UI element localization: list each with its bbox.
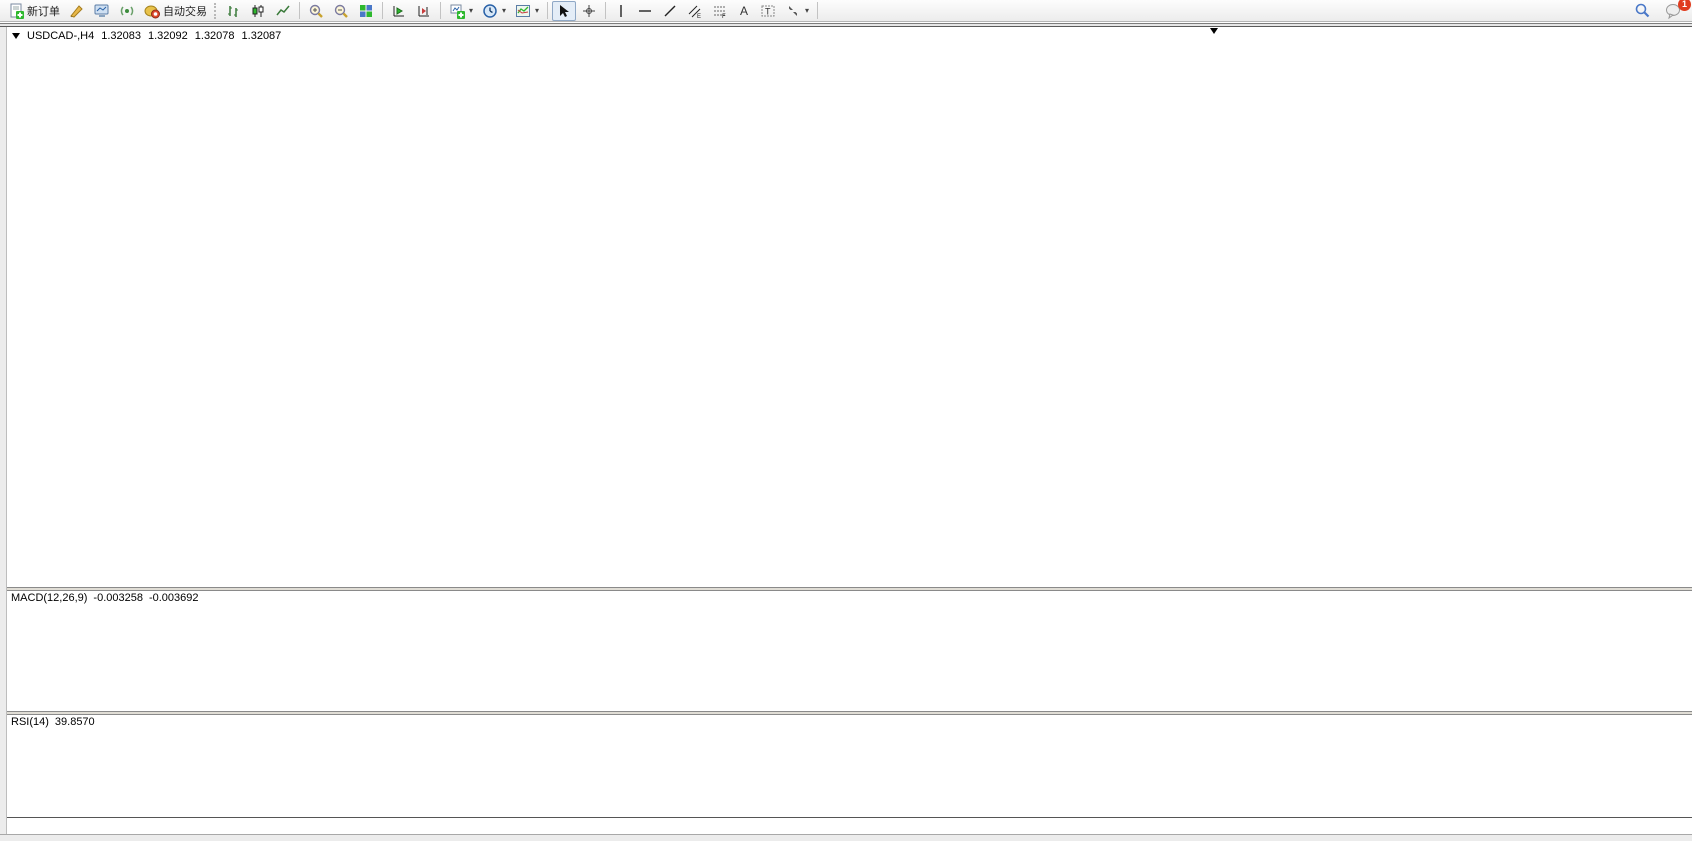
chart-header: USDCAD-,H4 1.32083 1.32092 1.32078 1.320… [12, 30, 281, 42]
rsi-value: 39.8570 [55, 716, 95, 728]
chart-canvas[interactable] [0, 0, 1692, 841]
macd-label: MACD(12,26,9) -0.003258 -0.003692 [11, 592, 199, 604]
rsi-label: RSI(14) 39.8570 [11, 716, 95, 728]
chart-open-value: 1.32083 [101, 30, 141, 42]
chart-close-value: 1.32087 [242, 30, 282, 42]
macd-title: MACD(12,26,9) [11, 592, 87, 604]
macd-main-value: -0.003258 [93, 592, 143, 604]
chart-symbol-period: USDCAD-,H4 [27, 30, 94, 42]
chart-high-value: 1.32092 [148, 30, 188, 42]
chart-shift-marker[interactable] [1210, 28, 1218, 34]
rsi-title: RSI(14) [11, 716, 49, 728]
chart-low-value: 1.32078 [195, 30, 235, 42]
collapse-chart-icon[interactable] [12, 33, 20, 39]
macd-signal-value: -0.003692 [149, 592, 199, 604]
mt4-window: 新订单 自动交易 [0, 0, 1692, 841]
